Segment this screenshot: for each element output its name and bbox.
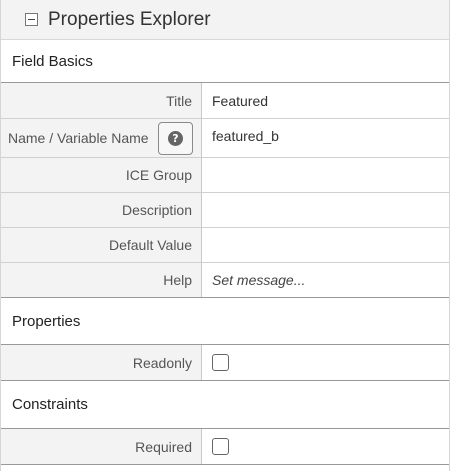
required-cell: [202, 429, 449, 464]
description-field[interactable]: [202, 193, 449, 227]
row-help: Help Set message...: [1, 263, 449, 298]
row-title: Title Featured: [1, 83, 449, 119]
required-checkbox[interactable]: [212, 438, 229, 455]
help-field[interactable]: Set message...: [202, 263, 449, 297]
readonly-cell: [202, 345, 449, 380]
panel-title: Properties Explorer: [48, 8, 211, 30]
ice-group-label: ICE Group: [1, 158, 202, 192]
row-default-value: Default Value: [1, 228, 449, 263]
default-value-field[interactable]: [202, 228, 449, 262]
section-field-basics: Field Basics: [1, 40, 449, 83]
properties-explorer-panel: Properties Explorer Field Basics Title F…: [0, 0, 450, 471]
row-description: Description: [1, 193, 449, 228]
required-label: Required: [1, 429, 202, 464]
question-circle-icon: ?: [168, 130, 183, 146]
row-name: Name / Variable Name ? featured_b: [1, 119, 449, 158]
panel-header: Properties Explorer: [1, 0, 449, 40]
name-label: Name / Variable Name: [8, 130, 149, 146]
description-label: Description: [1, 193, 202, 227]
name-help-button[interactable]: ?: [158, 121, 193, 155]
row-ice-group: ICE Group: [1, 158, 449, 193]
row-readonly: Readonly: [1, 345, 449, 381]
collapse-minus-icon[interactable]: [25, 13, 38, 26]
name-label-cell: Name / Variable Name ?: [1, 119, 202, 157]
title-field[interactable]: Featured: [202, 83, 449, 118]
default-value-label: Default Value: [1, 228, 202, 262]
section-properties: Properties: [1, 298, 449, 345]
section-constraints: Constraints: [1, 381, 449, 429]
title-label: Title: [1, 83, 202, 118]
readonly-label: Readonly: [1, 345, 202, 380]
help-label: Help: [1, 263, 202, 297]
readonly-checkbox[interactable]: [212, 354, 229, 371]
row-required: Required: [1, 429, 449, 465]
ice-group-field[interactable]: [202, 158, 449, 192]
name-field[interactable]: featured_b: [202, 119, 449, 157]
